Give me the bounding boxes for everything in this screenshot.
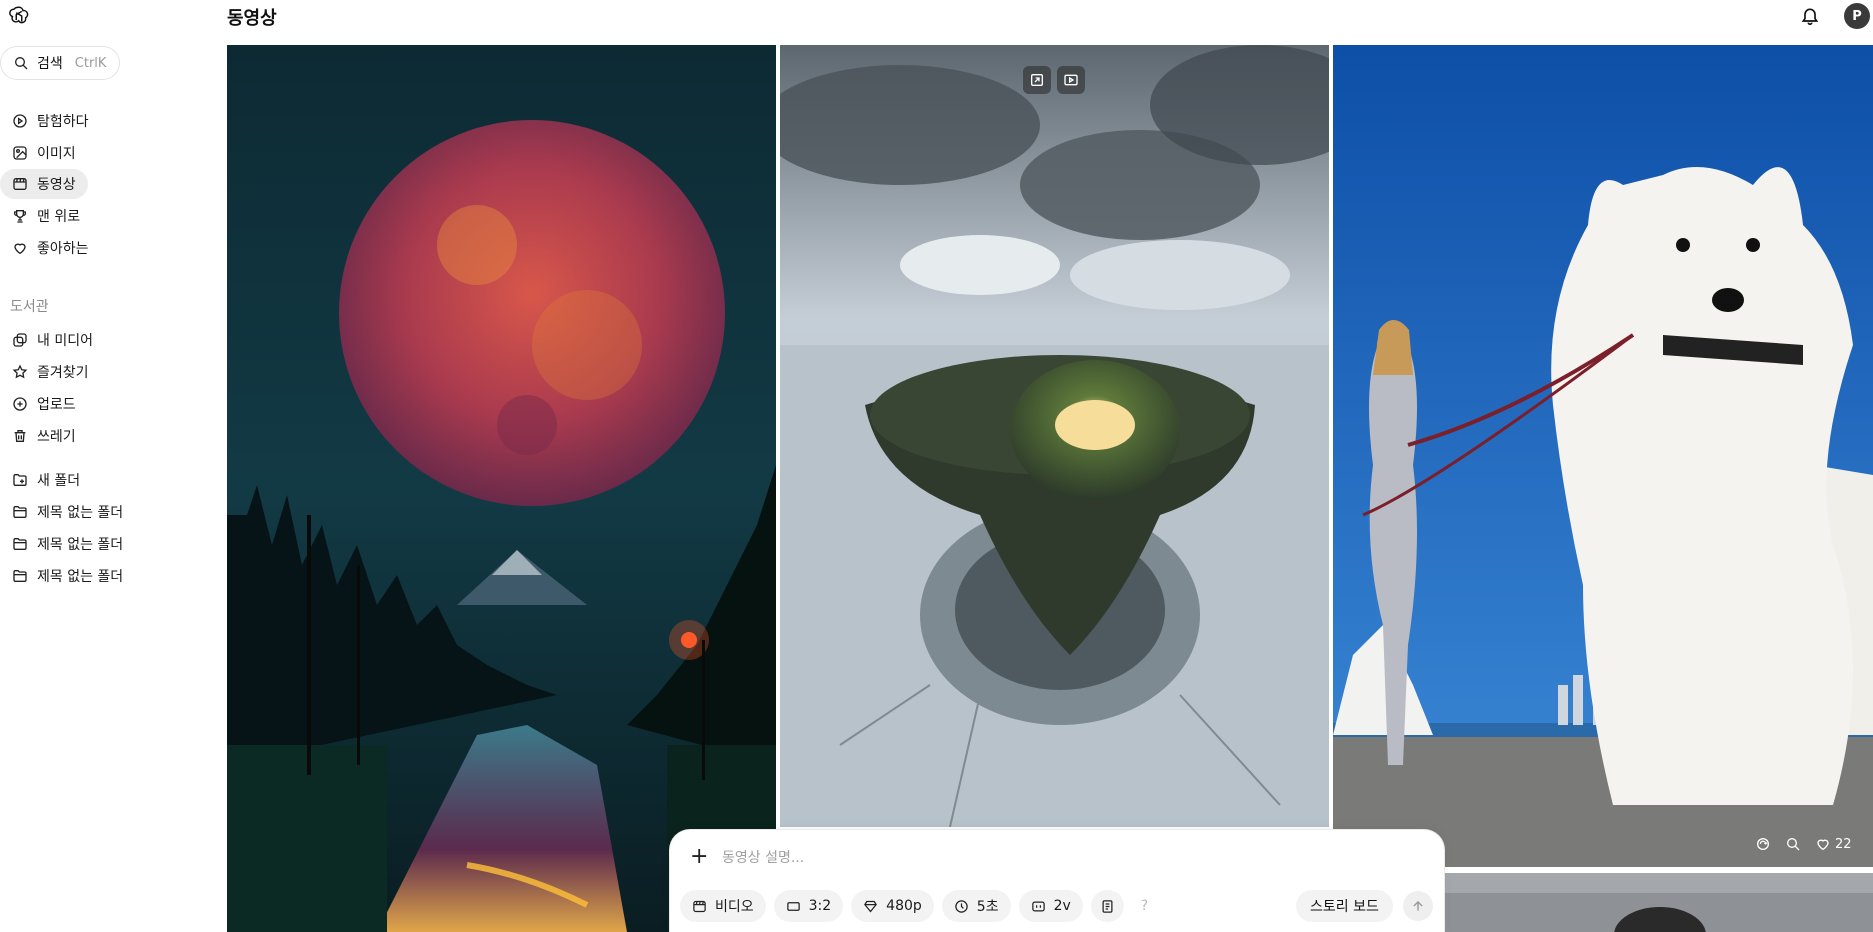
storyboard-button[interactable]: 스토리 보드 [1296, 890, 1393, 922]
sidebar-item-label: 제목 없는 폴더 [37, 569, 124, 585]
sidebar-folder-item[interactable]: 제목 없는 폴더 [0, 561, 135, 591]
sidebar-item-favorites[interactable]: 즐겨찾기 [0, 357, 101, 387]
like-button[interactable]: 22 [1815, 836, 1852, 852]
chip-label: 480p [886, 898, 922, 914]
upload-icon [13, 397, 27, 411]
sidebar-item-label: 새 폴더 [37, 473, 81, 489]
sidebar-folder-item[interactable]: 제목 없는 폴더 [0, 497, 135, 527]
prompt-composer: + 비디오 3:2 480p 5초 2v [670, 830, 1444, 932]
chip-label: 3:2 [808, 898, 832, 914]
video-tile-partial[interactable] [1445, 873, 1873, 932]
sidebar-item-videos[interactable]: 동영상 [0, 169, 88, 199]
chip-label: 5초 [976, 899, 999, 915]
diamond-icon [864, 900, 878, 912]
resolution-chip[interactable]: 480p [851, 890, 934, 922]
sidebar-item-my-media[interactable]: 내 미디어 [0, 325, 105, 355]
page-title: 동영상 [227, 8, 277, 29]
video-thumbnail [780, 45, 1329, 827]
help-button[interactable]: ? [1132, 890, 1157, 922]
sidebar-item-label: 제목 없는 폴더 [37, 505, 124, 521]
tile-actions: 22 [1755, 836, 1852, 852]
folder-icon [13, 506, 27, 518]
extend-video-icon[interactable] [1023, 66, 1051, 94]
video-tile-moon-road[interactable] [227, 45, 776, 932]
sidebar-item-label: 좋아하는 [37, 241, 89, 257]
clock-icon [955, 899, 968, 913]
app-root: 검색 CtrlK 탐험하다 이미지 동영상 맨 위로 좋아하는 도서관 내 미디… [0, 0, 1873, 932]
sidebar-item-liked[interactable]: 좋아하는 [0, 233, 101, 263]
media-type-chip[interactable]: 비디오 [680, 890, 766, 922]
sidebar-item-label: 제목 없는 폴더 [37, 537, 124, 553]
zoom-search-icon[interactable] [1785, 836, 1801, 852]
video-icon [13, 178, 27, 190]
notifications-bell-icon[interactable] [1798, 4, 1822, 28]
sidebar-item-top[interactable]: 맨 위로 [0, 201, 92, 231]
sidebar-item-label: 동영상 [37, 177, 76, 193]
prompt-input[interactable] [722, 844, 1402, 872]
sidebar-item-images[interactable]: 이미지 [0, 138, 88, 168]
sidebar-item-label: 즐겨찾기 [37, 365, 89, 381]
arrow-up-icon [1413, 900, 1423, 911]
remix-icon[interactable] [1755, 836, 1771, 852]
video-thumbnail [227, 45, 776, 932]
trophy-icon [14, 210, 26, 223]
submit-button[interactable] [1403, 891, 1433, 921]
chip-label: 2v [1053, 898, 1071, 914]
heart-icon [1817, 839, 1829, 851]
sidebar-item-label: 업로드 [37, 397, 76, 413]
folder-icon [13, 570, 27, 582]
star-icon [12, 364, 28, 379]
sidebar-item-new-folder[interactable]: 새 폴더 [0, 465, 92, 495]
heart-icon [14, 243, 26, 255]
image-icon [13, 146, 27, 160]
variants-chip[interactable]: 2v [1018, 890, 1083, 922]
sidebar-folder-item[interactable]: 제목 없는 폴더 [0, 529, 135, 559]
aspect-ratio-icon [786, 901, 800, 911]
search-shortcut: CtrlK [74, 55, 107, 71]
presets-button[interactable] [1090, 890, 1124, 922]
tile-hover-toolbar [1023, 66, 1085, 94]
search-label: 검색 [37, 56, 63, 72]
sidebar-item-label: 이미지 [37, 146, 76, 162]
sidebar-item-label: 쓰레기 [37, 429, 76, 445]
sidebar-item-trash[interactable]: 쓰레기 [0, 421, 88, 451]
video-thumbnail [1445, 873, 1873, 932]
sidebar-item-upload[interactable]: 업로드 [0, 389, 88, 419]
search-icon [15, 57, 28, 70]
media-icon [13, 333, 27, 347]
composer-options: 비디오 3:2 480p 5초 2v ? [680, 890, 1157, 922]
video-icon [693, 900, 706, 912]
video-tile-sinkhole[interactable] [780, 45, 1329, 827]
play-video-icon[interactable] [1057, 66, 1085, 94]
openai-logo-icon[interactable] [6, 3, 32, 29]
avatar[interactable]: P [1844, 3, 1870, 29]
help-label: ? [1140, 898, 1149, 914]
trash-icon [14, 430, 26, 442]
like-count: 22 [1835, 836, 1852, 852]
sidebar-item-label: 맨 위로 [37, 209, 81, 225]
sidebar-item-label: 내 미디어 [37, 333, 93, 349]
folder-icon [13, 538, 27, 550]
preset-list-icon [1102, 899, 1113, 913]
chip-label: 비디오 [715, 899, 754, 915]
duration-chip[interactable]: 5초 [941, 890, 1011, 922]
sidebar: 검색 CtrlK 탐험하다 이미지 동영상 맨 위로 좋아하는 도서관 내 미디… [0, 0, 225, 932]
new-folder-icon [13, 474, 27, 486]
compass-icon [13, 114, 27, 128]
add-attachment-button[interactable]: + [690, 846, 712, 868]
video-thumbnail [1333, 45, 1873, 867]
sidebar-item-label: 탐험하다 [37, 114, 89, 130]
aspect-ratio-chip[interactable]: 3:2 [773, 890, 844, 922]
library-section-label: 도서관 [10, 299, 49, 315]
variants-icon [1031, 901, 1045, 911]
video-tile-giant-dog[interactable] [1333, 45, 1873, 867]
sidebar-item-explore[interactable]: 탐험하다 [0, 106, 101, 136]
search-box[interactable]: 검색 CtrlK [0, 46, 120, 80]
